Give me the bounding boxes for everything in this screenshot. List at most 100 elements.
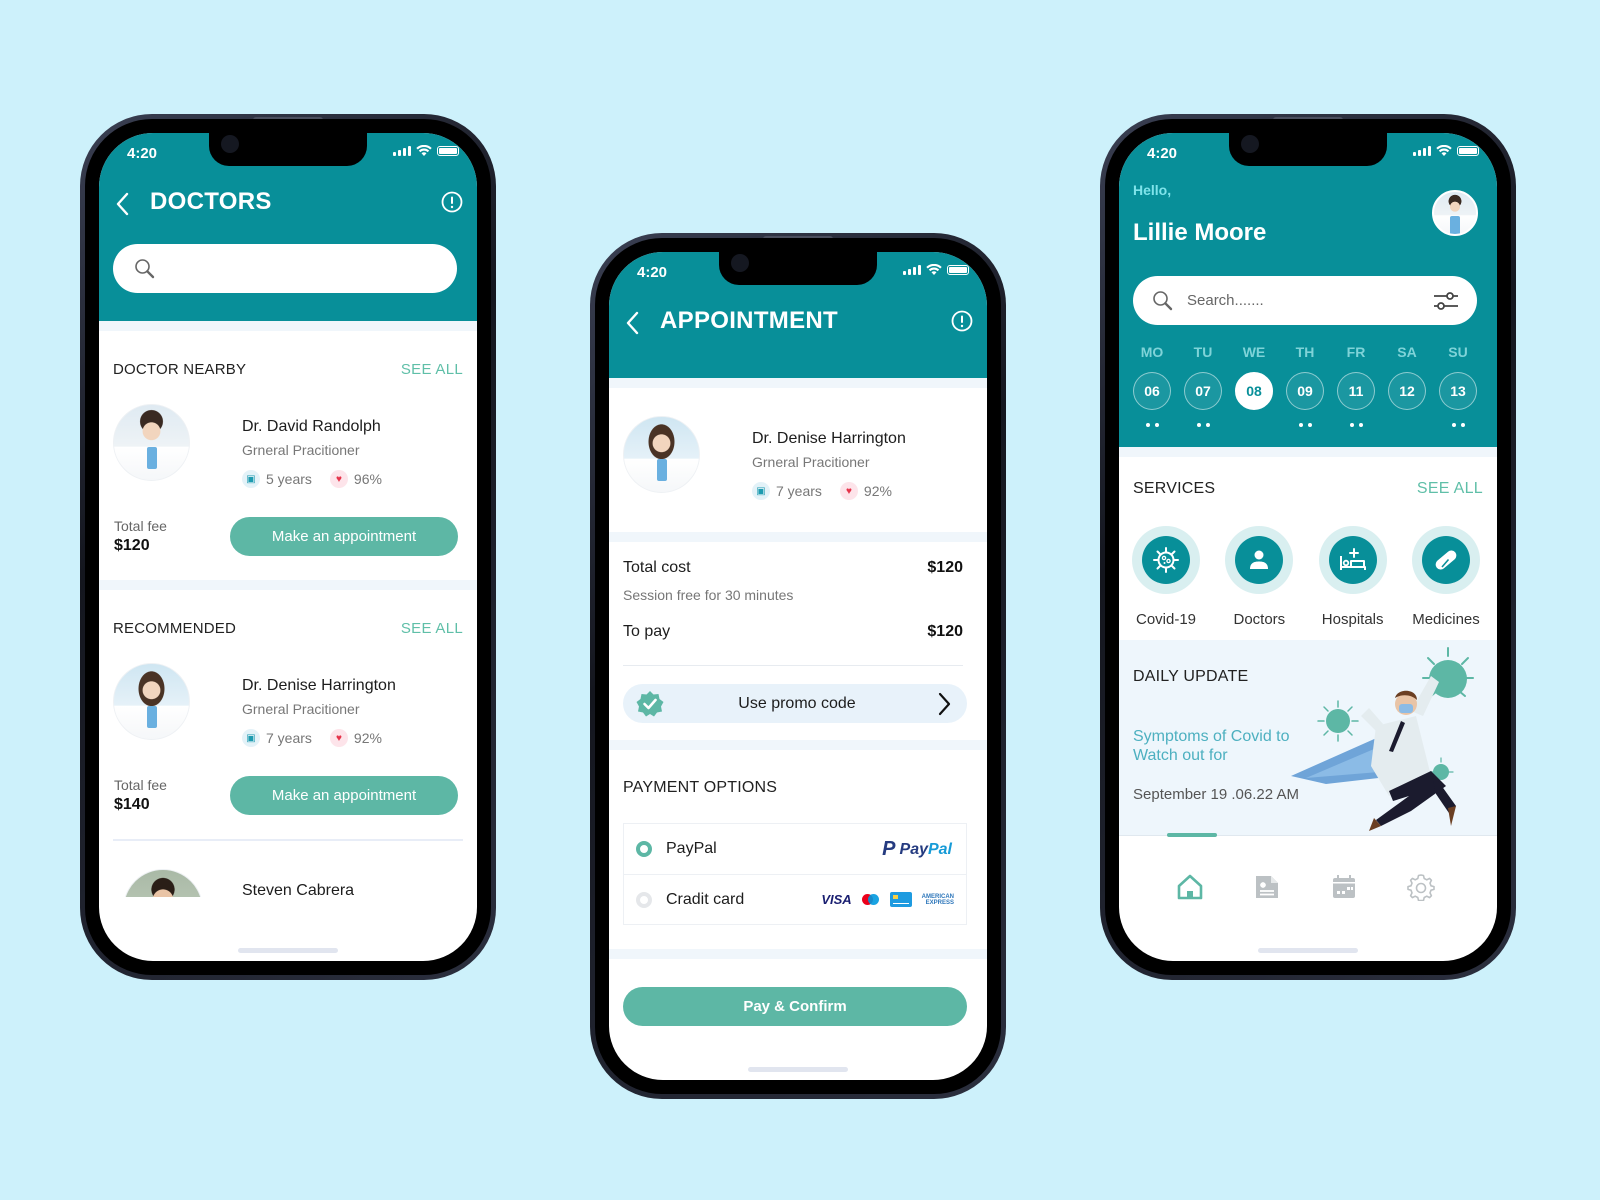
fee-block: Total fee $140: [114, 777, 167, 814]
doctor-avatar: [623, 416, 700, 493]
promo-code-button[interactable]: Use promo code: [623, 684, 967, 723]
fee-block: Total fee $120: [114, 518, 167, 555]
info-alert-icon[interactable]: [951, 310, 973, 332]
calendar-day[interactable]: SA 12: [1388, 344, 1426, 427]
rating-text: 96%: [353, 471, 382, 487]
service-doctors[interactable]: Doctors: [1224, 526, 1294, 628]
notch: [719, 252, 877, 285]
doctor-name[interactable]: Dr. David Randolph: [242, 418, 382, 436]
session-note: Session free for 30 minutes: [623, 587, 794, 603]
radio-selected[interactable]: [636, 841, 652, 857]
search-icon: [135, 258, 155, 278]
calendar-day[interactable]: MO 06: [1133, 344, 1171, 427]
service-label: Doctors: [1233, 611, 1286, 628]
settings-icon[interactable]: [1407, 873, 1435, 901]
week-calendar: MO 06 TU 07 WE 08 TH 09 FR 11 SA 12 SU 13: [1133, 344, 1477, 427]
cost-summary: Total cost $120 Session free for 30 minu…: [623, 559, 963, 641]
payment-option-label: Cradit card: [666, 890, 745, 908]
rating-text: 92%: [863, 483, 892, 499]
chevron-right-icon: [938, 692, 951, 715]
calendar-day[interactable]: SU 13: [1439, 344, 1477, 427]
daily-update-card[interactable]: DAILY UPDATE Symptoms of Covid to Watch …: [1119, 640, 1497, 835]
home-screen: 4:20 Hello, Lillie Moore Search....... M…: [1119, 133, 1497, 961]
payment-option-paypal[interactable]: PayPal P Pay Pal: [624, 824, 966, 874]
day-date[interactable]: 13: [1439, 372, 1477, 410]
service-covid[interactable]: Covid-19: [1131, 526, 1201, 628]
calendar-day[interactable]: WE 08: [1235, 344, 1273, 427]
experience-text: 7 years: [776, 483, 822, 499]
payment-options-title: PAYMENT OPTIONS: [623, 779, 778, 796]
experience-text: 5 years: [266, 471, 312, 487]
day-date[interactable]: 12: [1388, 372, 1426, 410]
make-appointment-button[interactable]: Make an appointment: [230, 517, 458, 556]
see-all-services-link[interactable]: SEE ALL: [1417, 480, 1483, 498]
heart-icon: ♥: [329, 470, 348, 488]
radio-unselected[interactable]: [636, 891, 652, 908]
promo-label: Use promo code: [738, 694, 856, 712]
doctor-avatar: [113, 663, 190, 740]
signal-icon: [393, 146, 411, 156]
section-title-nearby: DOCTOR NEARBY: [113, 361, 247, 378]
info-alert-icon[interactable]: [441, 191, 463, 213]
day-date-selected[interactable]: 08: [1235, 372, 1273, 410]
search-icon: [1153, 290, 1173, 310]
page-title: DOCTORS: [150, 188, 272, 215]
doctor-specialty: Grneral Pracitioner: [242, 442, 360, 458]
fee-value: $140: [114, 796, 150, 813]
back-arrow-icon[interactable]: [113, 191, 135, 217]
daily-update-headline[interactable]: Symptoms of Covid to Watch out for: [1133, 727, 1303, 765]
to-pay-label: To pay: [623, 623, 671, 640]
doctor-avatar: [113, 404, 190, 481]
fee-value: $120: [114, 537, 150, 554]
event-dot: [1460, 423, 1465, 427]
day-label: SA: [1397, 344, 1417, 360]
battery-icon: [1457, 146, 1479, 156]
event-dot: [1145, 423, 1150, 427]
search-input[interactable]: [113, 244, 457, 293]
divider: [113, 839, 463, 841]
carousel-indicator: [1167, 833, 1217, 837]
event-dot: [1196, 423, 1201, 427]
event-dot: [1358, 423, 1363, 427]
signal-icon: [1413, 146, 1431, 156]
doctor-name[interactable]: Steven Cabrera: [242, 882, 354, 900]
total-cost-value: $120: [927, 559, 963, 576]
document-icon[interactable]: [1253, 873, 1281, 901]
calendar-day[interactable]: TU 07: [1184, 344, 1222, 427]
home-indicator: [748, 1067, 848, 1072]
phone-home: 4:20 Hello, Lillie Moore Search....... M…: [1100, 114, 1516, 980]
day-date[interactable]: 09: [1286, 372, 1324, 410]
see-all-nearby-link[interactable]: SEE ALL: [401, 361, 463, 378]
back-arrow-icon[interactable]: [623, 310, 645, 336]
filter-sliders-icon[interactable]: [1433, 290, 1459, 312]
search-input[interactable]: Search.......: [1133, 276, 1477, 325]
page-title: APPOINTMENT: [660, 307, 838, 334]
see-all-recommended-link[interactable]: SEE ALL: [401, 620, 463, 637]
payment-option-credit-card[interactable]: Cradit card VISA AMERICAN EXPRESS: [624, 874, 966, 924]
heart-icon: ♥: [839, 482, 858, 500]
event-dot: [1154, 423, 1159, 427]
service-medicines[interactable]: Medicines: [1411, 526, 1481, 628]
user-avatar[interactable]: [1432, 190, 1478, 236]
service-hospitals[interactable]: Hospitals: [1318, 526, 1388, 628]
medical-kit-icon: ▣: [752, 482, 770, 500]
day-date[interactable]: 06: [1133, 372, 1171, 410]
calendar-day[interactable]: TH 09: [1286, 344, 1324, 427]
doctor-name[interactable]: Dr. Denise Harrington: [242, 677, 396, 695]
calendar-icon[interactable]: [1330, 873, 1358, 901]
day-date[interactable]: 11: [1337, 372, 1375, 410]
payment-option-label: PayPal: [666, 840, 717, 857]
make-appointment-button[interactable]: Make an appointment: [230, 776, 458, 815]
divider: [609, 949, 987, 959]
pill-icon: [1435, 550, 1457, 570]
day-date[interactable]: 07: [1184, 372, 1222, 410]
wifi-icon: [926, 264, 942, 275]
service-label: Medicines: [1412, 611, 1480, 628]
medical-kit-icon: ▣: [242, 729, 260, 747]
event-dot: [1349, 423, 1354, 427]
pay-confirm-button[interactable]: Pay & Confirm: [623, 987, 967, 1026]
day-label: MO: [1140, 344, 1164, 360]
home-icon[interactable]: [1176, 873, 1204, 901]
calendar-day[interactable]: FR 11: [1337, 344, 1375, 427]
wifi-icon: [1436, 145, 1452, 156]
